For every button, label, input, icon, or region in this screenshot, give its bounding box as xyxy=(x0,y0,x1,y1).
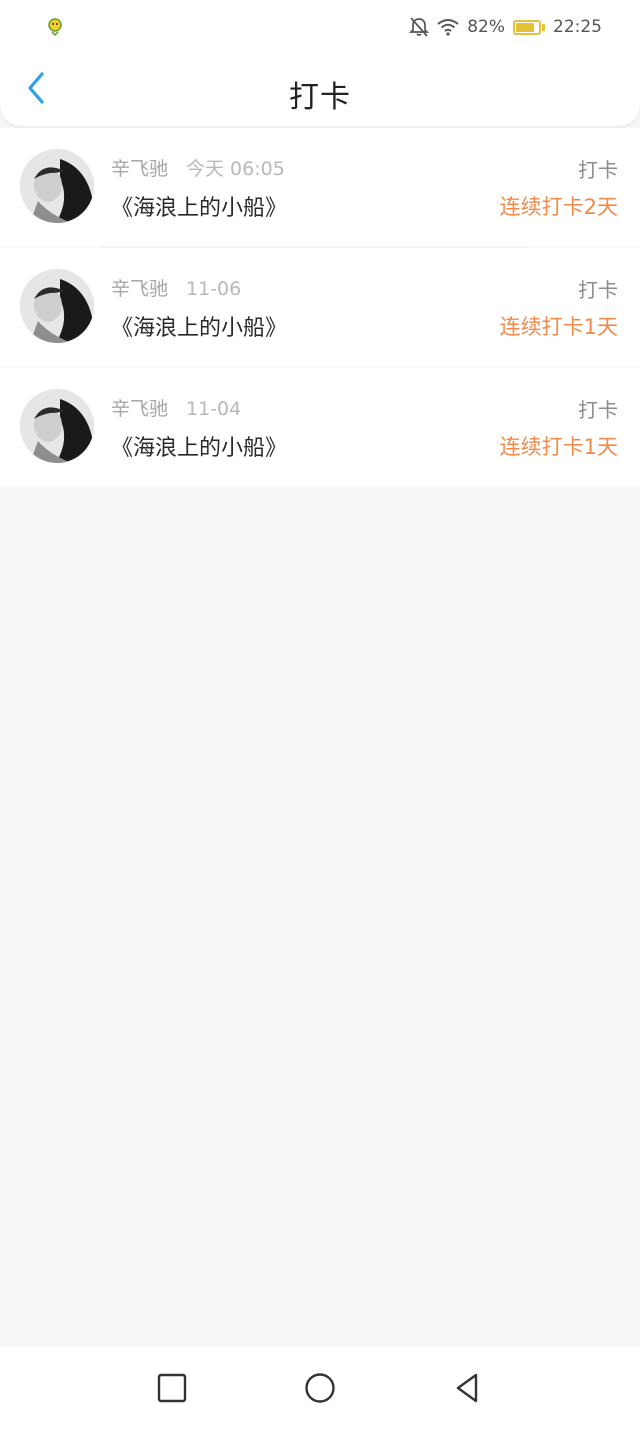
list-item[interactable]: 辛飞驰 11-06 《海浪上的小船》 打卡 连续打卡1天 xyxy=(0,248,640,366)
checkin-type: 打卡 xyxy=(578,278,618,302)
app-notification-icon xyxy=(44,16,66,38)
home-button[interactable] xyxy=(302,1372,338,1408)
list-item[interactable]: 辛飞驰 11-04 《海浪上的小船》 打卡 连续打卡1天 xyxy=(0,368,640,486)
bell-muted-icon xyxy=(409,16,430,38)
wifi-icon xyxy=(437,18,459,36)
meta-line: 辛飞驰 今天 06:05 xyxy=(111,154,285,181)
battery-fill xyxy=(516,22,535,32)
streak-label: 连续打卡1天 xyxy=(499,435,618,459)
checkin-list: 辛飞驰 今天 06:05 《海浪上的小船》 打卡 连续打卡2天 辛飞驰 11-06 … xyxy=(0,128,640,488)
checkin-type: 打卡 xyxy=(578,158,618,182)
checkin-date: 11-06 xyxy=(186,278,242,300)
status-bar: 82% 22:25 xyxy=(0,0,640,54)
recent-apps-icon xyxy=(157,1373,187,1407)
back-icon xyxy=(452,1372,482,1408)
username: 辛飞驰 xyxy=(111,278,169,300)
meta-line: 辛飞驰 11-06 xyxy=(111,274,241,301)
streak-label: 连续打卡2天 xyxy=(499,195,618,219)
checkin-date: 11-04 xyxy=(186,398,242,420)
header: 82% 22:25 打卡 xyxy=(0,0,640,126)
avatar[interactable] xyxy=(20,269,94,343)
book-title: 《海浪上的小船》 xyxy=(111,436,288,461)
avatar[interactable] xyxy=(20,149,94,223)
home-icon xyxy=(304,1372,336,1408)
clock: 22:25 xyxy=(553,17,602,37)
battery-percent: 82% xyxy=(467,17,505,37)
streak-label: 连续打卡1天 xyxy=(499,315,618,339)
row-divider xyxy=(100,246,528,247)
back-nav-button[interactable] xyxy=(449,1372,485,1408)
nav-bar: 打卡 xyxy=(0,54,640,126)
checkin-date: 今天 06:05 xyxy=(186,158,285,180)
list-item[interactable]: 辛飞驰 今天 06:05 《海浪上的小船》 打卡 连续打卡2天 xyxy=(0,128,640,247)
meta-line: 辛飞驰 11-04 xyxy=(111,394,241,421)
system-nav-bar xyxy=(0,1347,640,1433)
book-title: 《海浪上的小船》 xyxy=(111,196,288,221)
book-title: 《海浪上的小船》 xyxy=(111,316,288,341)
battery-icon xyxy=(513,19,545,35)
avatar[interactable] xyxy=(20,389,94,463)
checkin-type: 打卡 xyxy=(578,398,618,422)
username: 辛飞驰 xyxy=(111,158,169,180)
recent-apps-button[interactable] xyxy=(154,1372,190,1408)
page-title: 打卡 xyxy=(289,80,351,115)
status-indicators: 82% 22:25 xyxy=(409,14,602,40)
username: 辛飞驰 xyxy=(111,398,169,420)
